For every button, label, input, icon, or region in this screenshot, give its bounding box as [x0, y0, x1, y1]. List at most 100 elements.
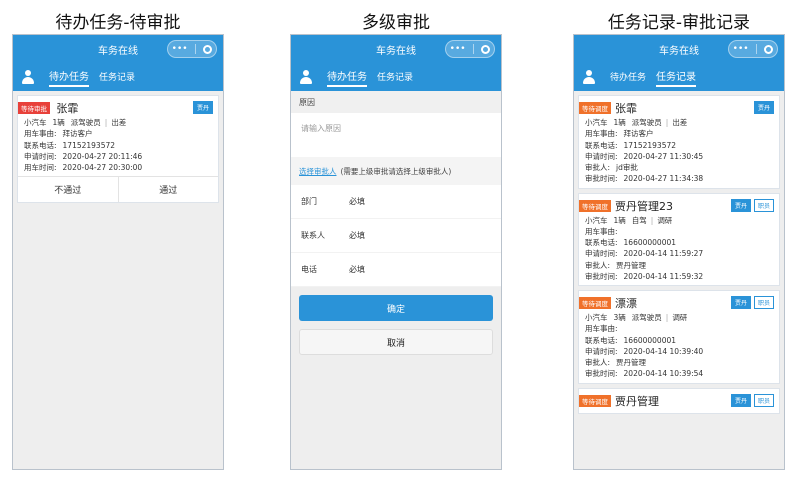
- mini-capsule[interactable]: •••: [167, 40, 217, 58]
- select-approver-link[interactable]: 选择审批人: [299, 167, 337, 176]
- apply-time-row: 申请时间: 2020-04-27 20:11:46: [24, 151, 143, 161]
- applicant-name: 漂漂: [615, 297, 637, 310]
- info-row: 申请时间: 2020-04-14 10:39:40: [585, 346, 704, 356]
- info-row: 审批人: 贾丹管理: [585, 358, 647, 367]
- tab-pending[interactable]: 待办任务: [610, 70, 646, 85]
- info-row: 审批人: jd审批: [585, 163, 638, 172]
- tab-pending[interactable]: 待办任务: [49, 68, 89, 87]
- user-icon[interactable]: [299, 70, 313, 84]
- app-title: 车务在线: [376, 45, 416, 57]
- phone-row: 联系电话: 17152193572: [24, 140, 116, 150]
- card-actions: 不通过 通过: [18, 176, 219, 203]
- info-row: 联系电话: 16600000001: [585, 335, 677, 345]
- status-tag: 等待审批: [18, 102, 50, 114]
- phone-field[interactable]: 电话 必填: [291, 253, 501, 287]
- applicant-name: 贾丹管理23: [615, 199, 673, 213]
- contact-field[interactable]: 联系人 必填: [291, 219, 501, 253]
- app-title: 车务在线: [659, 45, 699, 57]
- badges: 贾丹: [753, 101, 774, 114]
- approver-picker: 选择审批人 (需要上级审批请选择上级审批人): [291, 157, 501, 185]
- caption-records: 任务记录-审批记录: [607, 13, 751, 33]
- status-tag: 等待调度: [579, 199, 611, 212]
- more-dots-icon[interactable]: •••: [450, 44, 466, 54]
- app-title: 车务在线: [98, 45, 138, 57]
- target-icon[interactable]: [764, 44, 774, 54]
- tab-records[interactable]: 任务记录: [656, 68, 697, 87]
- record-card[interactable]: 等待调度 张霏 贾丹小汽车 1辆 派驾驶员 | 出差 用车事由: 拜访客户 联系电话: 171521…: [578, 95, 780, 189]
- title-bar: 车务在线 •••: [291, 35, 501, 63]
- dept-badge: 贾丹: [730, 198, 751, 212]
- confirm-button[interactable]: 确定: [299, 295, 493, 321]
- status-tag: 等待调度: [579, 394, 611, 407]
- phone-records: 车务在线 ••• 待办任务 任务记录 等待调度 张霏 贾丹 小汽车 1辆 派驾驶员 | 出差用…: [573, 34, 785, 470]
- status-tag: 等待调度: [579, 297, 611, 309]
- info-row: 联系电话: 17152193572: [585, 140, 677, 150]
- approve-button[interactable]: 通过: [117, 177, 219, 203]
- badges: 贾丹 职员: [730, 296, 774, 309]
- role-badge: 职员: [753, 296, 774, 309]
- capsule-divider: [194, 44, 196, 54]
- applicant-name: 贾丹管理: [615, 394, 659, 408]
- info-row: 联系电话: 16600000001: [585, 238, 677, 247]
- role-badge: 职员: [753, 393, 774, 407]
- vehicle-row: 小汽车 1辆 派驾驶员 | 出差: [24, 118, 127, 127]
- record-card[interactable]: 等待调度 贾丹管理23 贾丹 职员小汽车 1辆 自驾 | 调研 用车事由: 联系电话: 166000…: [578, 192, 780, 286]
- reason-row: 用车事由: 拜访客户: [24, 129, 93, 139]
- vehicle-row: 小汽车 3辆 派驾驶员 | 调研: [585, 313, 688, 322]
- tab-pending[interactable]: 待办任务: [327, 68, 367, 87]
- badges: 贾丹: [192, 101, 213, 114]
- target-icon[interactable]: [481, 44, 491, 54]
- user-icon[interactable]: [582, 70, 596, 84]
- vehicle-row: 小汽车 1辆 派驾驶员 | 出差: [585, 118, 688, 127]
- info-row: 用车事由: 拜访客户: [585, 129, 654, 139]
- phone-pending: 车务在线 ••• 待办任务 任务记录 等待审批 张霏 贾丹 小汽车 1辆 派驾驶员 |…: [12, 34, 224, 470]
- tab-records[interactable]: 任务记录: [377, 70, 413, 85]
- info-row: 申请时间: 2020-04-27 11:30:45: [585, 151, 704, 161]
- status-tag: 等待调度: [579, 102, 611, 114]
- info-row: 申请时间: 2020-04-14 11:59:27: [585, 249, 704, 259]
- more-dots-icon[interactable]: •••: [172, 44, 188, 54]
- vehicle-row: 小汽车 1辆 自驾 | 调研: [585, 215, 673, 225]
- caption-multi: 多级审批: [362, 13, 430, 33]
- tab-records[interactable]: 任务记录: [99, 70, 135, 85]
- dept-badge: 贾丹: [753, 101, 774, 114]
- reason-header: 原因: [291, 91, 501, 113]
- title-bar: 车务在线 •••: [13, 35, 223, 63]
- reason-input[interactable]: 请输入原因: [291, 113, 501, 157]
- role-badge: 职员: [753, 198, 774, 212]
- info-row: 审批时间: 2020-04-14 10:39:54: [585, 369, 704, 379]
- record-card[interactable]: 等待调度 漂漂 贾丹 职员小汽车 3辆 派驾驶员 | 调研 用车事由: 联系电话: 16600000…: [578, 290, 780, 384]
- dept-badge: 贾丹: [730, 296, 751, 309]
- approver-hint: (需要上级审批请选择上级审批人): [340, 167, 452, 176]
- capsule-divider: [472, 44, 474, 54]
- tab-bar: 待办任务 任务记录: [291, 63, 501, 91]
- reject-button[interactable]: 不通过: [18, 177, 118, 202]
- applicant-name: 张霏: [615, 102, 637, 115]
- record-list: 等待调度 张霏 贾丹 小汽车 1辆 派驾驶员 | 出差 用车事由: 拜访客户 联系电话: 171521…: [574, 95, 784, 414]
- phone-multi: 车务在线 ••• 待办任务 任务记录 原因 请输入原因 选择审批人 (需要上级审批…: [290, 34, 502, 470]
- more-dots-icon[interactable]: •••: [733, 44, 749, 54]
- tab-bar: 待办任务 任务记录: [574, 63, 784, 91]
- capsule-divider: [755, 44, 757, 54]
- info-row: 审批时间: 2020-04-14 11:59:32: [585, 271, 704, 281]
- dept-badge: 贾丹: [192, 101, 213, 114]
- badges: 贾丹 职员: [730, 393, 774, 407]
- record-card[interactable]: 等待调度 贾丹管理 贾丹 职员: [578, 387, 780, 414]
- target-icon[interactable]: [203, 44, 213, 54]
- info-row: 用车事由:: [585, 226, 618, 236]
- task-card[interactable]: 等待审批 张霏 贾丹 小汽车 1辆 派驾驶员 | 出差 用车事由: 拜访客户 联系电话: 1…: [17, 95, 219, 204]
- title-bar: 车务在线 •••: [574, 35, 784, 63]
- mini-capsule[interactable]: •••: [445, 40, 495, 58]
- dept-badge: 贾丹: [730, 393, 751, 407]
- tab-bar: 待办任务 任务记录: [13, 63, 223, 91]
- info-row: 用车事由:: [585, 324, 618, 334]
- dept-field[interactable]: 部门 必填: [291, 185, 501, 219]
- info-row: 审批人: 贾丹管理: [585, 260, 647, 270]
- mini-capsule[interactable]: •••: [728, 40, 778, 58]
- applicant-name: 张霏: [56, 102, 79, 115]
- badges: 贾丹 职员: [730, 198, 774, 212]
- use-time-row: 用车时间: 2020-04-27 20:30:00: [24, 163, 143, 172]
- cancel-button[interactable]: 取消: [299, 329, 493, 355]
- caption-pending: 待办任务-待审批: [55, 13, 181, 33]
- user-icon[interactable]: [21, 70, 35, 84]
